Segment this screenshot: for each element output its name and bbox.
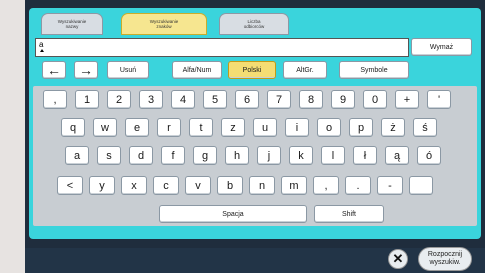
key-1-1[interactable]: w xyxy=(93,118,117,137)
alfanum-button[interactable]: Alfa/Num xyxy=(172,61,222,79)
key-3-8[interactable]: , xyxy=(313,176,339,195)
tab-line: znaków xyxy=(156,24,172,29)
key-2-2[interactable]: d xyxy=(129,146,153,165)
key-3-7[interactable]: m xyxy=(281,176,307,195)
key-2-6[interactable]: j xyxy=(257,146,281,165)
key-3-1[interactable]: y xyxy=(89,176,115,195)
key-1-6[interactable]: u xyxy=(253,118,277,137)
arrow-right-icon[interactable]: → xyxy=(74,61,98,79)
polish-layout-button[interactable]: Polski xyxy=(228,61,276,79)
clear-button[interactable]: Wymaż xyxy=(411,38,472,56)
altgr-button[interactable]: AltGr. xyxy=(283,61,327,79)
close-icon[interactable]: ✕ xyxy=(388,249,408,269)
key-0-11[interactable]: + xyxy=(395,90,419,109)
key-3-6[interactable]: n xyxy=(249,176,275,195)
key-2-0[interactable]: a xyxy=(65,146,89,165)
text-cursor xyxy=(40,49,44,52)
key-3-3[interactable]: c xyxy=(153,176,179,195)
key-3-9[interactable]: . xyxy=(345,176,371,195)
search-input-value: a xyxy=(39,40,44,49)
key-3-0[interactable]: < xyxy=(57,176,83,195)
key-1-9[interactable]: p xyxy=(349,118,373,137)
keyboard-dialog: Wyszukiwanie nazwy Wyszukiwanie znaków Lic… xyxy=(29,8,481,239)
key-2-9[interactable]: ł xyxy=(353,146,377,165)
key-1-4[interactable]: t xyxy=(189,118,213,137)
key-1-3[interactable]: r xyxy=(157,118,181,137)
key-3-2[interactable]: x xyxy=(121,176,147,195)
key-0-5[interactable]: 5 xyxy=(203,90,227,109)
key-0-9[interactable]: 9 xyxy=(331,90,355,109)
key-0-6[interactable]: 6 xyxy=(235,90,259,109)
key-1-0[interactable]: q xyxy=(61,118,85,137)
key-1-7[interactable]: i xyxy=(285,118,309,137)
key-2-11[interactable]: ó xyxy=(417,146,441,165)
shift-key[interactable]: Shift xyxy=(314,205,384,223)
key-2-5[interactable]: h xyxy=(225,146,249,165)
key-0-12[interactable]: ' xyxy=(427,90,451,109)
key-0-0[interactable]: , xyxy=(43,90,67,109)
key-1-11[interactable]: ś xyxy=(413,118,437,137)
background-status-strip xyxy=(25,248,485,273)
tab-line: odbiorców xyxy=(243,24,265,29)
space-key[interactable]: Spacja xyxy=(159,205,307,223)
key-3-11[interactable] xyxy=(409,176,433,195)
key-0-3[interactable]: 3 xyxy=(139,90,163,109)
key-0-7[interactable]: 7 xyxy=(267,90,291,109)
key-1-8[interactable]: o xyxy=(317,118,341,137)
key-0-1[interactable]: 1 xyxy=(75,90,99,109)
key-1-2[interactable]: e xyxy=(125,118,149,137)
key-2-4[interactable]: g xyxy=(193,146,217,165)
tab-character-search[interactable]: Wyszukiwanie znaków xyxy=(121,13,207,35)
key-1-10[interactable]: ż xyxy=(381,118,405,137)
key-0-4[interactable]: 4 xyxy=(171,90,195,109)
symbols-button[interactable]: Symbole xyxy=(339,61,409,79)
key-1-5[interactable]: z xyxy=(221,118,245,137)
start-search-button[interactable]: Rozpocznij wyszukiw. xyxy=(418,247,472,271)
device-screen: Wyszukiwanie nazwy Wyszukiwanie znaków Lic… xyxy=(25,0,485,273)
key-2-3[interactable]: f xyxy=(161,146,185,165)
key-0-2[interactable]: 2 xyxy=(107,90,131,109)
arrow-left-icon[interactable]: ← xyxy=(42,61,66,79)
key-2-8[interactable]: l xyxy=(321,146,345,165)
key-2-10[interactable]: ą xyxy=(385,146,409,165)
search-input[interactable]: a xyxy=(35,38,409,57)
key-0-10[interactable]: 0 xyxy=(363,90,387,109)
key-0-8[interactable]: 8 xyxy=(299,90,323,109)
key-3-5[interactable]: b xyxy=(217,176,243,195)
key-3-10[interactable]: - xyxy=(377,176,403,195)
delete-button[interactable]: Usuń xyxy=(107,61,149,79)
key-2-1[interactable]: s xyxy=(97,146,121,165)
tab-line: nazwy xyxy=(65,24,79,29)
tab-name-search[interactable]: Wyszukiwanie nazwy xyxy=(41,13,103,35)
start-search-label: wyszukiw. xyxy=(429,259,461,266)
key-2-7[interactable]: k xyxy=(289,146,313,165)
key-3-4[interactable]: v xyxy=(185,176,211,195)
start-search-label: Rozpocznij xyxy=(427,251,463,258)
tab-recipients-count[interactable]: Liczba odbiorców xyxy=(219,13,289,35)
